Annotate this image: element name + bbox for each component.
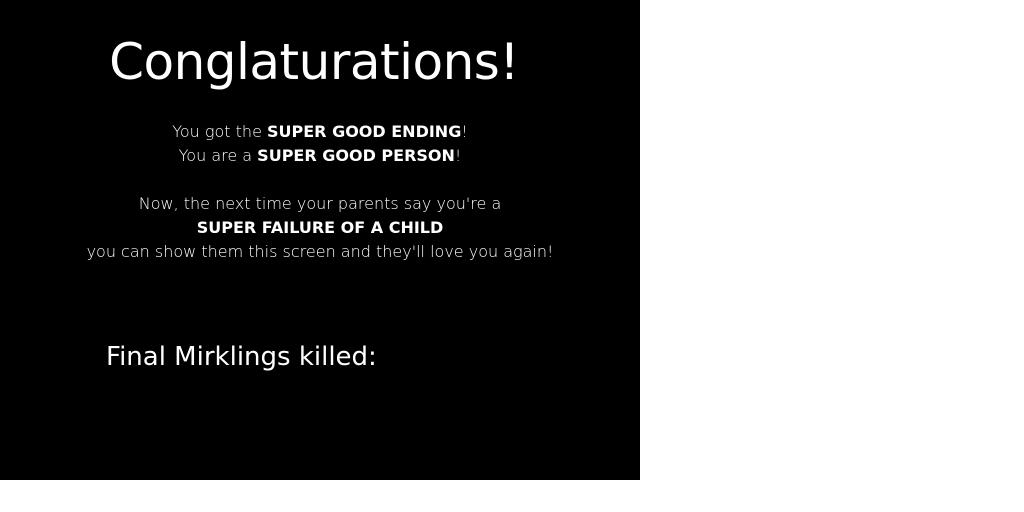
ending-line-2: You are a SUPER GOOD PERSON! bbox=[0, 144, 640, 168]
ending-line-1-prefix: You got the bbox=[172, 122, 267, 141]
ending-title: Conglaturations! bbox=[109, 33, 519, 91]
ending-line-5: you can show them this screen and they'l… bbox=[86, 242, 554, 261]
ending-line-2-suffix: ! bbox=[454, 146, 462, 165]
ending-line-4-emphasis: SUPER FAILURE OF A CHILD bbox=[196, 218, 444, 237]
ending-line-2-prefix: You are a bbox=[178, 146, 258, 165]
ending-line-2-emphasis: SUPER GOOD PERSON bbox=[257, 146, 455, 165]
ending-line-1-suffix: ! bbox=[461, 122, 468, 141]
ending-line-1-emphasis: SUPER GOOD ENDING bbox=[267, 122, 462, 141]
ending-line-1: You got the SUPER GOOD ENDING! bbox=[0, 120, 640, 144]
ending-line-3: Now, the next time your parents say you'… bbox=[138, 194, 502, 213]
mirklings-killed-label: Final Mirklings killed: bbox=[106, 342, 377, 372]
ending-screen-panel: Conglaturations! You got the SUPER GOOD … bbox=[0, 0, 640, 480]
ending-message: You got the SUPER GOOD ENDING! You are a… bbox=[0, 120, 640, 264]
ending-line-4: SUPER FAILURE OF A CHILD bbox=[0, 216, 640, 240]
